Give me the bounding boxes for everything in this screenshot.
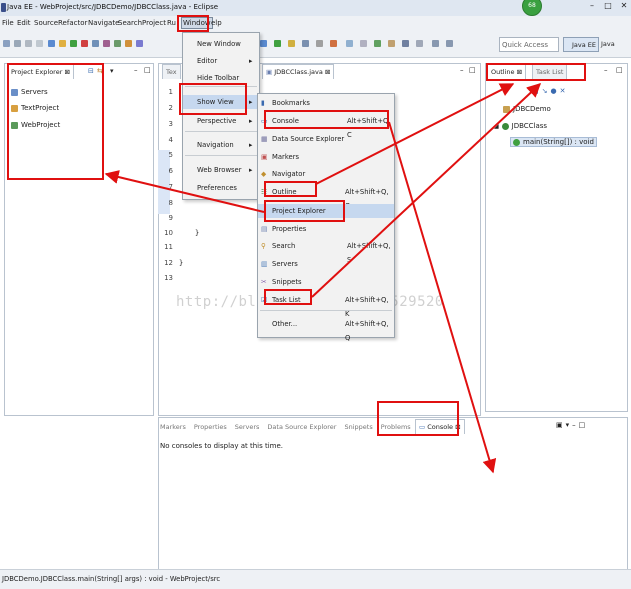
- arrow-to-task-list: [311, 83, 542, 298]
- arrow-to-console: [388, 121, 497, 474]
- status-bar: JDBCDemo.JDBCClass.main(String[] args) :…: [0, 569, 631, 589]
- annotation-arrows: [104, 83, 542, 474]
- arrow-to-outline: [315, 83, 515, 185]
- status-text: JDBCDemo.JDBCClass.main(String[] args) :…: [2, 575, 221, 583]
- arrow-to-project-explorer: [104, 170, 265, 213]
